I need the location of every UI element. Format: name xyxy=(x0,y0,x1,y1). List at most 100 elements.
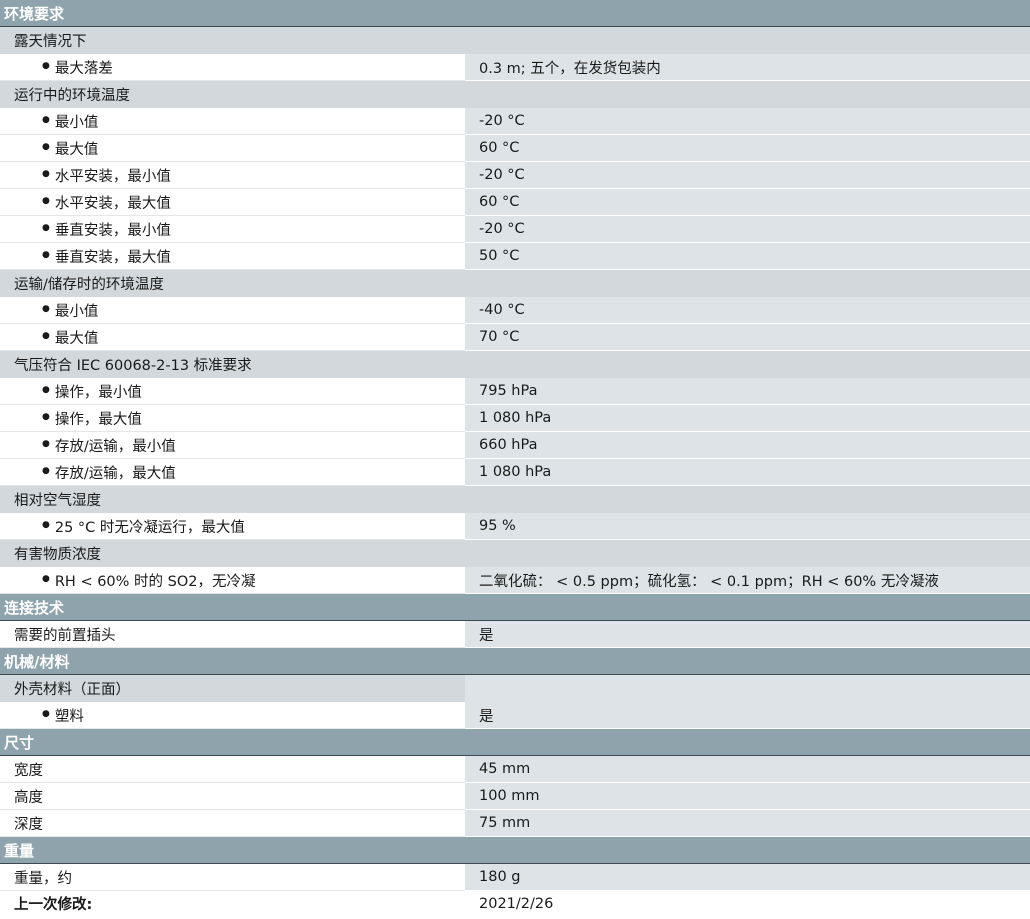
spec-label-cell: 外壳材料（正面） xyxy=(0,675,465,702)
spec-label: 操作，最大值 xyxy=(54,411,142,428)
spec-label: 高度 xyxy=(14,789,43,806)
spec-value: 50 °C xyxy=(465,243,1030,270)
spec-label: 塑料 xyxy=(54,708,84,725)
spec-label: 存放/运输，最大值 xyxy=(54,465,176,482)
spec-row: ● 存放/运输，最小值 660 hPa xyxy=(0,432,1030,459)
spec-label: 需要的前置插头 xyxy=(14,627,116,644)
spec-row: ● 最小值 -40 °C xyxy=(0,297,1030,324)
spec-value: 795 hPa xyxy=(465,378,1030,405)
spec-value: 1 080 hPa xyxy=(465,459,1030,486)
spec-value: 45 mm xyxy=(465,756,1030,783)
bullet-icon: ● xyxy=(42,250,50,260)
spec-label: 最大值 xyxy=(54,141,99,158)
spec-row: 需要的前置插头 是 xyxy=(0,621,1030,648)
section-title: 重量 xyxy=(4,841,35,860)
bullet-icon: ● xyxy=(42,412,50,422)
spec-label: 最大值 xyxy=(54,330,99,347)
section-title: 环境要求 xyxy=(4,4,65,23)
spec-row: 宽度 45 mm xyxy=(0,756,1030,783)
spec-label-cell: ● 存放/运输，最小值 xyxy=(0,432,465,459)
bullet-icon: ● xyxy=(42,385,50,395)
last-modified-value: 2021/2/26 xyxy=(465,891,1030,916)
group-title: 运输/储存时的环境温度 xyxy=(14,277,164,293)
spec-label: 宽度 xyxy=(14,762,43,779)
spec-row: ● 水平安装，最小值 -20 °C xyxy=(0,162,1030,189)
group-header: 运输/储存时的环境温度 xyxy=(0,270,1030,297)
spec-row: ● RH < 60% 时的 SO2，无冷凝 二氧化硫： < 0.5 ppm；硫化氢：… xyxy=(0,567,1030,594)
spec-label: RH < 60% 时的 SO2，无冷凝 xyxy=(54,573,256,590)
bullet-icon: ● xyxy=(42,466,50,476)
spec-row: ● 塑料 是 xyxy=(0,702,1030,729)
group-header: 相对空气湿度 xyxy=(0,486,1030,513)
spec-value xyxy=(465,675,1030,702)
spec-label: 重量，约 xyxy=(14,870,72,887)
spec-label-cell: ● 最小值 xyxy=(0,297,465,324)
spec-value: 75 mm xyxy=(465,810,1030,837)
spec-label-cell: 高度 xyxy=(0,783,465,810)
bullet-icon: ● xyxy=(42,142,50,152)
group-header: 有害物质浓度 xyxy=(0,540,1030,567)
bullet-icon: ● xyxy=(42,304,50,314)
spec-row: ● 最大值 70 °C xyxy=(0,324,1030,351)
bullet-icon: ● xyxy=(42,520,50,530)
spec-row: 外壳材料（正面） xyxy=(0,675,1030,702)
section-header: 尺寸 xyxy=(0,729,1030,756)
spec-value: 二氧化硫： < 0.5 ppm；硫化氢： < 0.1 ppm；RH < 60% … xyxy=(465,567,1030,594)
spec-row: ● 操作，最大值 1 080 hPa xyxy=(0,405,1030,432)
spec-row: ● 存放/运输，最大值 1 080 hPa xyxy=(0,459,1030,486)
spec-sheet: 环境要求 露天情况下 ● 最大落差 0.3 m; 五个，在发货包装内 运行中的环境温度 ● 最… xyxy=(0,0,1030,891)
spec-label-cell: 深度 xyxy=(0,810,465,837)
group-header: 露天情况下 xyxy=(0,27,1030,54)
spec-label: 垂直安装，最大值 xyxy=(54,249,171,266)
bullet-icon: ● xyxy=(42,115,50,125)
group-title: 有害物质浓度 xyxy=(14,547,101,563)
group-title: 相对空气湿度 xyxy=(14,493,101,509)
spec-row: ● 最大落差 0.3 m; 五个，在发货包装内 xyxy=(0,54,1030,81)
section-title: 尺寸 xyxy=(4,733,35,752)
spec-label-cell: ● 垂直安装，最小值 xyxy=(0,216,465,243)
spec-label-cell: ● 塑料 xyxy=(0,702,465,729)
spec-row: 高度 100 mm xyxy=(0,783,1030,810)
section-header: 机械/材料 xyxy=(0,648,1030,675)
spec-label: 存放/运输，最小值 xyxy=(54,438,176,455)
section-header: 连接技术 xyxy=(0,594,1030,621)
section-header: 重量 xyxy=(0,837,1030,864)
spec-label: 水平安装，最小值 xyxy=(54,168,171,185)
spec-value: 是 xyxy=(465,621,1030,648)
spec-label: 最小值 xyxy=(54,114,99,131)
bullet-icon: ● xyxy=(42,439,50,449)
spec-value: -20 °C xyxy=(465,216,1030,243)
spec-value: 是 xyxy=(465,702,1030,729)
group-title: 露天情况下 xyxy=(14,34,87,50)
spec-row: ● 最大值 60 °C xyxy=(0,135,1030,162)
spec-row: ● 最小值 -20 °C xyxy=(0,108,1030,135)
spec-value: 0.3 m; 五个，在发货包装内 xyxy=(465,54,1030,81)
spec-label: 垂直安装，最小值 xyxy=(54,222,171,239)
spec-value: 180 g xyxy=(465,864,1030,891)
spec-label-cell: ● 最大值 xyxy=(0,324,465,351)
spec-value: 95 % xyxy=(465,513,1030,540)
spec-value: 1 080 hPa xyxy=(465,405,1030,432)
spec-label-cell: ● 存放/运输，最大值 xyxy=(0,459,465,486)
bullet-icon: ● xyxy=(42,331,50,341)
spec-label-cell: ● RH < 60% 时的 SO2，无冷凝 xyxy=(0,567,465,594)
bullet-icon: ● xyxy=(42,169,50,179)
spec-value: 100 mm xyxy=(465,783,1030,810)
spec-label-cell: ● 最大落差 xyxy=(0,54,465,81)
spec-label: 水平安装，最大值 xyxy=(54,195,171,212)
spec-value: -40 °C xyxy=(465,297,1030,324)
spec-value: 60 °C xyxy=(465,135,1030,162)
spec-label-cell: ● 垂直安装，最大值 xyxy=(0,243,465,270)
spec-label: 外壳材料（正面） xyxy=(14,682,130,698)
bullet-icon: ● xyxy=(42,196,50,206)
spec-value: 660 hPa xyxy=(465,432,1030,459)
spec-label: 最小值 xyxy=(54,303,99,320)
spec-row: ● 垂直安装，最大值 50 °C xyxy=(0,243,1030,270)
section-title: 连接技术 xyxy=(4,598,65,617)
spec-row: ● 水平安装，最大值 60 °C xyxy=(0,189,1030,216)
spec-label-cell: 重量，约 xyxy=(0,864,465,891)
spec-row: ● 操作，最小值 795 hPa xyxy=(0,378,1030,405)
spec-label-cell: ● 操作，最小值 xyxy=(0,378,465,405)
spec-value: 70 °C xyxy=(465,324,1030,351)
spec-row: 重量，约 180 g xyxy=(0,864,1030,891)
